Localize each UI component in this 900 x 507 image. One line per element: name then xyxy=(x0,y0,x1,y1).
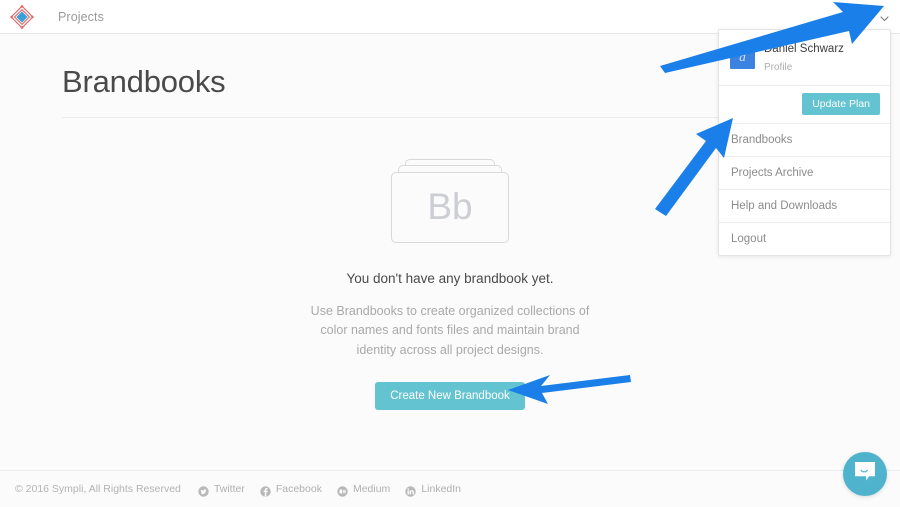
social-label-medium: Medium xyxy=(352,483,391,495)
brandbook-illustration-icon: Bb xyxy=(391,159,509,243)
copyright-text: © 2016 Sympli, All Rights Reserved xyxy=(15,483,181,495)
medium-icon xyxy=(337,484,348,497)
profile-names: Daniel Schwarz Profile xyxy=(764,39,844,75)
logo-container[interactable] xyxy=(0,4,44,30)
social-link-facebook[interactable]: Facebook xyxy=(260,483,322,497)
social-link-linkedin[interactable]: LinkedIn xyxy=(405,483,462,497)
chat-widget-button[interactable] xyxy=(843,452,887,496)
sympli-diamond-logo-icon xyxy=(9,4,35,30)
profile-subtitle: Profile xyxy=(764,62,793,73)
social-label-facebook: Facebook xyxy=(275,483,322,495)
linkedin-icon xyxy=(405,484,417,497)
app-root: Projects Brandbooks Bb You don't have an… xyxy=(0,0,900,507)
twitter-icon xyxy=(198,484,209,497)
page-footer: © 2016 Sympli, All Rights Reserved Twitt… xyxy=(0,470,900,507)
empty-state-headline: You don't have any brandbook yet. xyxy=(346,271,554,286)
social-label-twitter: Twitter xyxy=(213,483,245,495)
brandbook-stack-front: Bb xyxy=(391,172,509,243)
profile-avatar: d xyxy=(730,45,755,69)
profile-user-name: Daniel Schwarz xyxy=(764,43,844,55)
chevron-down-icon[interactable] xyxy=(879,11,890,22)
create-new-brandbook-button[interactable]: Create New Brandbook xyxy=(375,382,525,411)
empty-state-description: Use Brandbooks to create organized colle… xyxy=(310,304,590,357)
dropdown-profile-row[interactable]: d Daniel Schwarz Profile xyxy=(719,30,890,86)
social-link-twitter[interactable]: Twitter xyxy=(198,483,245,497)
user-avatar-icon[interactable] xyxy=(855,8,872,25)
social-links: Twitter Facebook Medium LinkedIn xyxy=(198,483,462,497)
dropdown-item-logout[interactable]: Logout xyxy=(719,223,890,255)
brandbook-letters: Bb xyxy=(427,186,473,227)
dropdown-plan-row: Update Plan xyxy=(719,86,890,124)
header-actions xyxy=(855,8,900,25)
page-title: Brandbooks xyxy=(62,64,226,99)
chat-bubble-icon xyxy=(854,461,876,487)
facebook-icon xyxy=(260,484,271,497)
dropdown-item-brandbooks[interactable]: Brandbooks xyxy=(719,124,890,157)
social-label-linkedin: LinkedIn xyxy=(421,483,462,495)
social-link-medium[interactable]: Medium xyxy=(337,483,391,497)
update-plan-button[interactable]: Update Plan xyxy=(802,93,880,115)
dropdown-caret xyxy=(832,24,843,30)
nav-projects-link[interactable]: Projects xyxy=(58,10,104,24)
dropdown-item-help-and-downloads[interactable]: Help and Downloads xyxy=(719,190,890,223)
dropdown-item-projects-archive[interactable]: Projects Archive xyxy=(719,157,890,190)
user-dropdown-menu: d Daniel Schwarz Profile Update Plan Bra… xyxy=(718,29,891,256)
